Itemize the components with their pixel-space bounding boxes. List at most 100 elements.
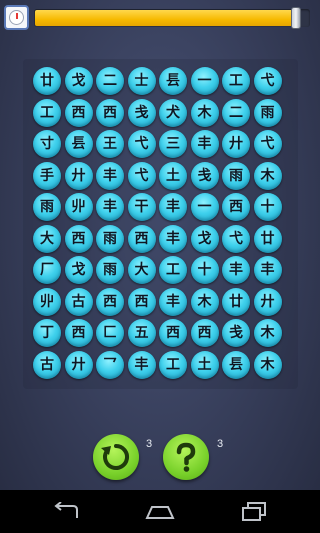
tile-r10-c5[interactable]: 工 bbox=[159, 350, 187, 379]
question-icon bbox=[176, 442, 196, 472]
tile-r1-c3[interactable]: 二 bbox=[96, 67, 124, 95]
tile-r10-c7[interactable]: 镸 bbox=[222, 350, 250, 379]
home-button[interactable] bbox=[136, 498, 184, 526]
tile-r2-c5[interactable]: 犬 bbox=[159, 98, 187, 127]
tile-r4-c6[interactable]: 戋 bbox=[190, 161, 219, 190]
tile-r3-c5[interactable]: 三 bbox=[159, 130, 187, 158]
tile-r7-c2[interactable]: 戈 bbox=[64, 256, 93, 284]
tile-r9-c4[interactable]: 五 bbox=[127, 319, 156, 347]
tile-r5-c4[interactable]: 干 bbox=[127, 193, 156, 221]
tile-r9-c8[interactable]: 木 bbox=[253, 319, 282, 347]
game-board: 廿戈二士镸一工弋工西西戋犬木二雨寸镸王弋三丰廾弋手廾丰弋土戋雨木雨丱丰干丰一西十… bbox=[23, 59, 298, 389]
clock-icon bbox=[9, 10, 24, 25]
tile-r8-c8[interactable]: 廾 bbox=[253, 287, 282, 316]
tile-r4-c3[interactable]: 丰 bbox=[96, 161, 124, 190]
tile-r7-c3[interactable]: 雨 bbox=[96, 256, 124, 284]
shuffle-count: 3 bbox=[146, 438, 153, 450]
tile-r5-c5[interactable]: 丰 bbox=[159, 193, 187, 221]
shuffle-button[interactable] bbox=[93, 434, 139, 480]
progress-knob bbox=[291, 7, 302, 29]
progress-fill bbox=[35, 10, 300, 26]
tile-r10-c8[interactable]: 木 bbox=[253, 350, 282, 379]
time-progress-bar bbox=[34, 7, 310, 29]
tile-r6-c7[interactable]: 弋 bbox=[222, 224, 250, 253]
tile-r9-c1[interactable]: 丁 bbox=[33, 319, 61, 347]
tile-r6-c8[interactable]: 廿 bbox=[253, 224, 282, 253]
tile-r6-c5[interactable]: 丰 bbox=[159, 224, 187, 253]
back-icon bbox=[54, 502, 78, 518]
back-button[interactable] bbox=[42, 498, 90, 526]
hint-count: 3 bbox=[217, 438, 224, 450]
tile-r2-c1[interactable]: 工 bbox=[33, 98, 61, 127]
tile-r2-c4[interactable]: 戋 bbox=[127, 98, 156, 127]
tile-r3-c1[interactable]: 寸 bbox=[33, 130, 61, 158]
tile-r3-c7[interactable]: 廾 bbox=[222, 130, 250, 158]
tile-r4-c7[interactable]: 雨 bbox=[222, 161, 250, 190]
tile-r10-c2[interactable]: 廾 bbox=[64, 350, 93, 379]
tile-r1-c8[interactable]: 弋 bbox=[253, 67, 282, 95]
tile-r4-c4[interactable]: 弋 bbox=[127, 161, 156, 190]
recents-button[interactable] bbox=[230, 498, 278, 526]
tile-r1-c5[interactable]: 镸 bbox=[159, 67, 187, 95]
tile-r5-c3[interactable]: 丰 bbox=[96, 193, 124, 221]
tile-r1-c6[interactable]: 一 bbox=[190, 67, 219, 95]
tile-r2-c3[interactable]: 西 bbox=[96, 98, 124, 127]
tile-r1-c1[interactable]: 廿 bbox=[33, 67, 61, 95]
tile-r8-c3[interactable]: 西 bbox=[96, 287, 124, 316]
tile-r10-c4[interactable]: 丰 bbox=[127, 350, 156, 379]
top-bar bbox=[0, 0, 320, 36]
tile-r10-c6[interactable]: 土 bbox=[190, 350, 219, 379]
tile-r8-c2[interactable]: 古 bbox=[64, 287, 93, 316]
tile-r7-c7[interactable]: 丰 bbox=[222, 256, 250, 284]
tile-r5-c2[interactable]: 丱 bbox=[64, 193, 93, 221]
tile-r7-c1[interactable]: 厂 bbox=[33, 256, 61, 284]
tile-r2-c8[interactable]: 雨 bbox=[253, 98, 282, 127]
tile-r9-c5[interactable]: 西 bbox=[159, 319, 187, 347]
tile-r3-c4[interactable]: 弋 bbox=[127, 130, 156, 158]
hint-button[interactable] bbox=[163, 434, 209, 480]
tile-r3-c3[interactable]: 王 bbox=[96, 130, 124, 158]
tile-r4-c5[interactable]: 土 bbox=[159, 161, 187, 190]
tile-r1-c7[interactable]: 工 bbox=[222, 67, 250, 95]
refresh-icon bbox=[101, 444, 129, 470]
tile-r5-c8[interactable]: 十 bbox=[253, 193, 282, 221]
tile-r6-c1[interactable]: 大 bbox=[33, 224, 61, 253]
tile-r10-c1[interactable]: 古 bbox=[33, 350, 61, 379]
tile-r4-c2[interactable]: 廾 bbox=[64, 161, 93, 190]
tile-r3-c8[interactable]: 弋 bbox=[253, 130, 282, 158]
system-nav-bar bbox=[0, 490, 320, 533]
tile-r9-c7[interactable]: 戋 bbox=[222, 319, 250, 347]
tile-r2-c2[interactable]: 西 bbox=[64, 98, 93, 127]
tile-r5-c7[interactable]: 西 bbox=[222, 193, 250, 221]
tile-r2-c7[interactable]: 二 bbox=[222, 98, 250, 127]
home-icon bbox=[145, 506, 175, 519]
tile-r8-c4[interactable]: 西 bbox=[127, 287, 156, 316]
tile-r7-c4[interactable]: 大 bbox=[127, 256, 156, 284]
tile-r8-c5[interactable]: 丰 bbox=[159, 287, 187, 316]
timer-button[interactable] bbox=[4, 5, 29, 30]
tile-r9-c6[interactable]: 西 bbox=[190, 319, 219, 347]
recents-icon bbox=[242, 502, 266, 521]
tile-r8-c1[interactable]: 丱 bbox=[33, 287, 61, 316]
tile-r6-c2[interactable]: 西 bbox=[64, 224, 93, 253]
tile-r1-c2[interactable]: 戈 bbox=[64, 67, 93, 95]
tile-r3-c6[interactable]: 丰 bbox=[190, 130, 219, 158]
tile-r7-c6[interactable]: 十 bbox=[190, 256, 219, 284]
tile-r1-c4[interactable]: 士 bbox=[127, 67, 156, 95]
tile-r6-c4[interactable]: 西 bbox=[127, 224, 156, 253]
tile-r2-c6[interactable]: 木 bbox=[190, 98, 219, 127]
tile-r6-c6[interactable]: 戈 bbox=[190, 224, 219, 253]
tile-r7-c5[interactable]: 工 bbox=[159, 256, 187, 284]
tile-r4-c1[interactable]: 手 bbox=[33, 161, 61, 190]
tile-r4-c8[interactable]: 木 bbox=[253, 161, 282, 190]
tile-r7-c8[interactable]: 丰 bbox=[253, 256, 282, 284]
tile-r9-c3[interactable]: 匚 bbox=[96, 319, 124, 347]
tile-r6-c3[interactable]: 雨 bbox=[96, 224, 124, 253]
tile-r10-c3[interactable]: 乛 bbox=[96, 350, 124, 379]
tile-r9-c2[interactable]: 西 bbox=[64, 319, 93, 347]
tile-r8-c6[interactable]: 木 bbox=[190, 287, 219, 316]
tile-r5-c1[interactable]: 雨 bbox=[33, 193, 61, 221]
tile-r8-c7[interactable]: 廿 bbox=[222, 287, 250, 316]
tile-r5-c6[interactable]: 一 bbox=[190, 193, 219, 221]
tile-r3-c2[interactable]: 镸 bbox=[64, 130, 93, 158]
